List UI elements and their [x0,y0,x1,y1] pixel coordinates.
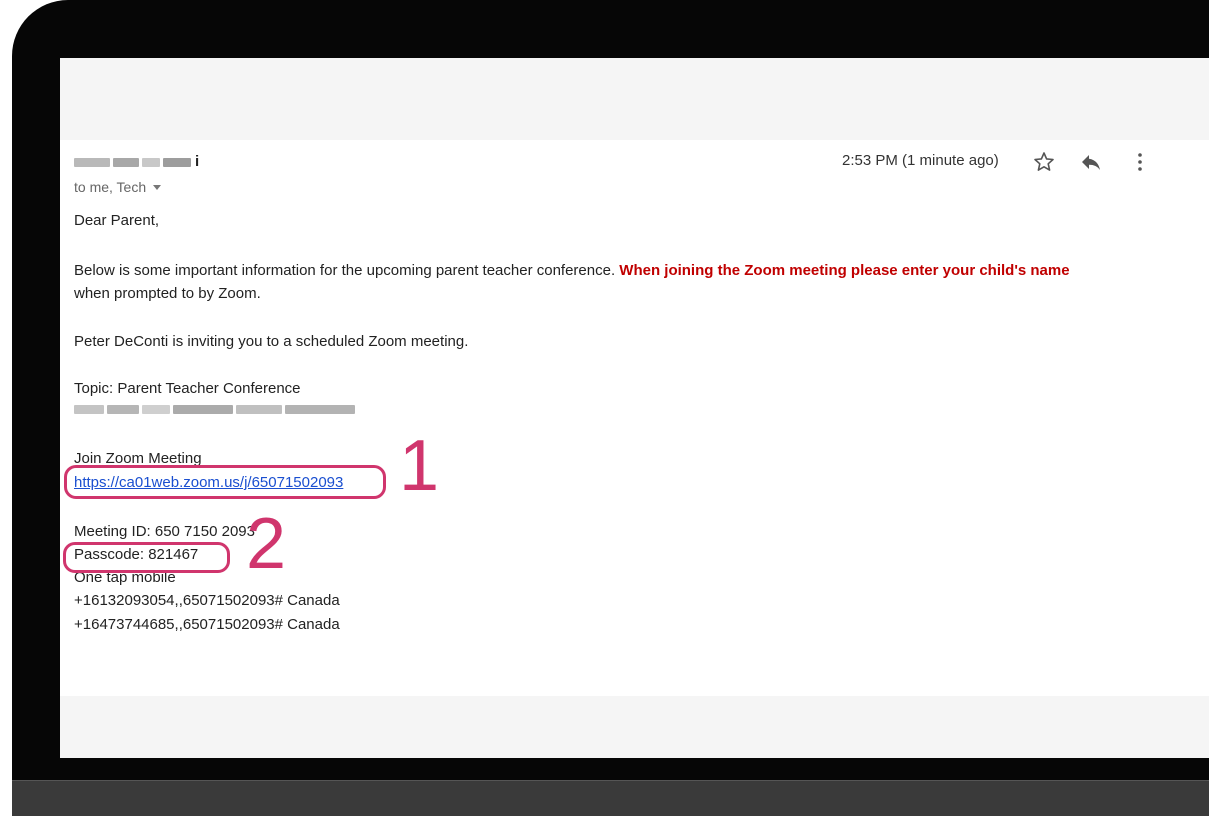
redacted-time [173,404,233,414]
redacted-sender [142,157,160,167]
redacted-time [285,404,355,414]
redacted-time [236,404,282,414]
redacted-time [107,404,139,414]
redacted-sender [113,157,139,167]
intro-text: Below is some important information for … [74,262,620,279]
topic: Topic: Parent Teacher Conference [74,380,301,397]
paragraph-intro: Below is some important information for … [74,262,1070,279]
callout-passcode-outline [63,542,230,573]
greeting: Dear Parent, [74,212,160,229]
invite-text: Peter DeConti is inviting you to a sched… [74,333,469,350]
phone-number-2: +16473744685,,65071502093# Canada [74,616,340,633]
laptop-base [12,780,1209,816]
sender-name-tail: i [195,153,200,170]
star-icon[interactable] [1032,150,1056,179]
recipients-dropdown[interactable]: to me, Tech [74,179,162,195]
phone-number-1: +16132093054,,65071502093# Canada [74,592,340,609]
more-vert-icon[interactable] [1136,151,1144,178]
warning-text: When joining the Zoom meeting please ent… [619,262,1070,279]
sender-name: i [74,153,200,170]
redacted-sender [163,157,191,167]
redacted-sender [74,157,110,167]
timestamp: 2:53 PM (1 minute ago) [842,152,999,169]
redacted-time [74,403,358,415]
email-message: i to me, Tech 2:53 PM (1 minute ago) Dea… [60,140,1209,696]
reply-icon[interactable] [1080,152,1102,177]
paragraph-intro-cont: when prompted to by Zoom. [74,285,261,302]
callout-number-2: 2 [246,504,287,584]
recipients-label: to me, Tech [74,179,147,195]
redacted-time [74,404,104,414]
callout-number-1: 1 [399,426,440,506]
callout-link-outline [64,465,386,499]
caret-down-icon [153,184,162,190]
meeting-id: Meeting ID: 650 7150 2093 [74,523,255,540]
screen: i to me, Tech 2:53 PM (1 minute ago) Dea… [60,58,1209,758]
redacted-time [142,404,170,414]
